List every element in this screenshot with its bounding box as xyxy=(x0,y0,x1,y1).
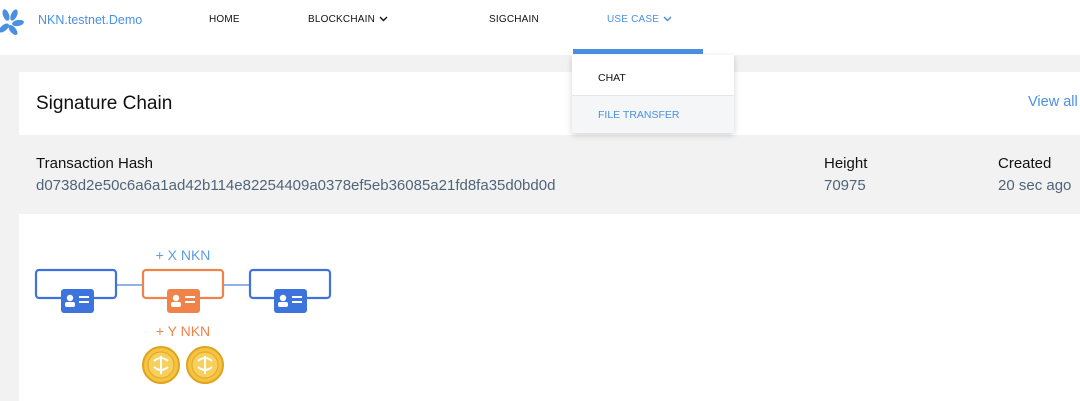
nav-use-case[interactable]: USE CASE xyxy=(607,14,672,25)
relay-node-blue-left xyxy=(34,268,118,313)
chevron-down-icon xyxy=(379,16,388,22)
nav-home[interactable]: HOME xyxy=(209,14,240,25)
nav-blockchain-label: BLOCKCHAIN xyxy=(308,14,376,25)
coin-icon xyxy=(186,346,224,384)
relay-node-blue-right xyxy=(248,268,332,313)
hash-label: Transaction Hash xyxy=(36,155,153,172)
menu-item-file-transfer[interactable]: FILE TRANSFER xyxy=(572,95,734,133)
nav-use-case-label: USE CASE xyxy=(607,14,660,25)
created-label: Created xyxy=(998,155,1052,172)
id-card-icon xyxy=(274,289,307,313)
active-nav-indicator xyxy=(573,49,703,54)
height-value[interactable]: 70975 xyxy=(824,177,866,194)
reward-y-label: + Y NKN xyxy=(156,323,210,339)
created-value: 20 sec ago xyxy=(998,177,1072,194)
id-card-icon xyxy=(167,289,200,313)
hash-value[interactable]: d0738d2e50c6a6a1ad42b114e82254409a0378ef… xyxy=(36,177,555,194)
signature-chain-diagram: + X NKN + Y NKN xyxy=(34,247,332,384)
transaction-meta-panel xyxy=(19,135,1080,214)
id-card-icon xyxy=(61,289,94,313)
nav-sigchain[interactable]: SIGCHAIN xyxy=(489,14,539,25)
relay-node-orange xyxy=(141,268,225,313)
chevron-down-icon xyxy=(663,16,672,22)
nkn-logo-icon[interactable] xyxy=(0,6,26,38)
view-all-link[interactable]: View all xyxy=(1028,94,1078,110)
reward-x-label: + X NKN xyxy=(156,247,211,263)
height-label: Height xyxy=(824,155,868,172)
top-navbar: NKN.testnet.Demo HOME BLOCKCHAIN SIGCHAI… xyxy=(0,0,1080,55)
coin-icon xyxy=(142,346,180,384)
nav-blockchain[interactable]: BLOCKCHAIN xyxy=(308,14,388,25)
brand-name[interactable]: NKN.testnet.Demo xyxy=(38,13,142,27)
page-title: Signature Chain xyxy=(36,93,173,114)
menu-item-chat[interactable]: CHAT xyxy=(572,59,734,97)
use-case-dropdown-menu: CHAT FILE TRANSFER xyxy=(572,55,734,133)
